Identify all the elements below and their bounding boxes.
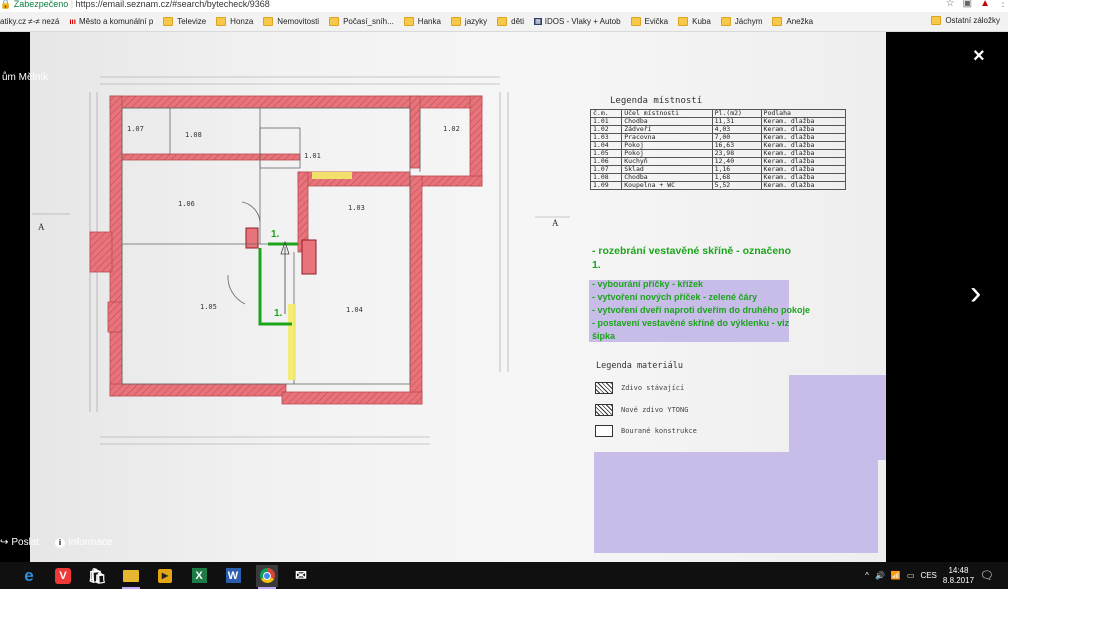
start-icon[interactable]: [0, 565, 6, 587]
folder-icon: [497, 17, 508, 26]
room-legend-title: Legenda místností: [610, 96, 703, 106]
hatch-swatch: [595, 404, 613, 416]
folder-icon: [931, 16, 942, 25]
room-label: 1.08: [185, 131, 202, 139]
speaker-icon[interactable]: 🔊: [875, 571, 885, 580]
bookmark-folder[interactable]: děti: [497, 17, 524, 26]
empty-swatch: [595, 425, 613, 437]
room-label: 1.03: [348, 204, 365, 212]
section-mark: A: [38, 222, 45, 232]
materials-legend-item: Bourané konstrukce: [595, 425, 697, 437]
table-row: 1.09 Koupelna + WC 5,52 Keram. dlažba: [589, 181, 847, 190]
language-indicator[interactable]: CES: [920, 571, 936, 580]
change-marker: 1.: [271, 229, 280, 240]
existing-walls: [89, 95, 483, 405]
room-label: 1.02: [443, 125, 460, 133]
folder-icon: [450, 17, 461, 26]
notifications-icon[interactable]: 🗨: [980, 569, 994, 582]
edge-icon[interactable]: e: [18, 565, 40, 587]
section-mark: A: [552, 218, 559, 228]
note-item: - vybourání příčky - křížek: [592, 279, 704, 289]
bookmark-folder[interactable]: Nemovitosti: [263, 17, 319, 26]
other-bookmarks[interactable]: Ostatní záložky: [931, 16, 1000, 25]
extension-icon[interactable]: ▣: [963, 0, 972, 9]
room-label: 1.01: [304, 152, 321, 160]
folder-icon: [329, 17, 340, 26]
materials-legend-item: Zdivo stávající: [595, 382, 684, 394]
folder-icon: [403, 17, 414, 26]
system-tray: ^ 🔊 📶 ▭ CES 14:48 8.8.2017 🗨: [865, 562, 994, 589]
word-icon[interactable]: W: [222, 565, 244, 587]
room-label: 1.04: [346, 306, 363, 314]
url-field[interactable]: https://email.seznam.cz/#search/bytechec…: [76, 0, 270, 9]
folder-icon: [163, 17, 174, 26]
share-arrow-icon: ↪: [0, 537, 9, 548]
annotation-notes: - vybourání příčky - křížek - vytvoření …: [592, 278, 814, 343]
send-button[interactable]: ↪ Poslat: [0, 537, 39, 548]
bookmark-folder[interactable]: Honza: [216, 17, 253, 26]
change-marker: 1.: [274, 308, 283, 319]
close-icon[interactable]: ×: [973, 45, 985, 68]
next-arrow-icon[interactable]: ›: [970, 274, 981, 313]
folder-icon: [720, 17, 731, 26]
bookmarks-bar: atiky.cz ≠-≠ nezá ııı Město a komunální p…: [0, 12, 1008, 32]
redaction-block: [789, 375, 886, 460]
bookmark-folder[interactable]: Hanka: [403, 17, 441, 26]
info-button[interactable]: i Informace: [55, 537, 112, 548]
folder-icon: [630, 17, 641, 26]
file-explorer-icon[interactable]: [120, 565, 142, 589]
annotation-heading: - rozebrání vestavěné skříně - označeno …: [592, 245, 791, 271]
chrome-icon[interactable]: [256, 564, 278, 589]
media-player-icon[interactable]: ▶: [154, 565, 176, 587]
battery-icon[interactable]: ▭: [907, 571, 915, 580]
security-label: Zabezpečeno: [13, 0, 69, 9]
bookmark-folder[interactable]: Kuba: [678, 17, 711, 26]
bookmark-item[interactable]: ııı Město a komunální p: [69, 17, 153, 26]
viewer-title: ům Mělník: [2, 72, 49, 83]
room-label: 1.06: [178, 200, 195, 208]
info-icon: i: [55, 537, 65, 548]
taskbar: e V 🛍 ▶ X W ✉ ^ 🔊 📶 ▭ CES 14:48 8.8.2017…: [0, 562, 1008, 589]
pdf-extension-icon[interactable]: ▲: [980, 0, 990, 9]
bookmark-site-icon: ııı: [69, 17, 76, 26]
lock-icon: 🔒: [0, 0, 12, 9]
store-icon[interactable]: 🛍: [86, 565, 108, 587]
bookmark-folder[interactable]: jazyky: [450, 17, 487, 26]
idos-icon: ▦: [534, 18, 542, 25]
clock[interactable]: 14:48 8.8.2017: [943, 566, 974, 586]
folder-icon: [216, 17, 227, 26]
bookmark-item[interactable]: ▦ IDOS - Vlaky + Autob: [534, 17, 621, 26]
folder-icon: [263, 17, 274, 26]
floor-plan-photo: 1.07 1.08 1.02 1.01 1.06 1.03 1.05 1.04 …: [30, 32, 886, 562]
star-icon[interactable]: ☆: [946, 0, 955, 9]
materials-legend-item: Nové zdivo YTONG: [595, 404, 688, 416]
mail-icon[interactable]: ✉: [290, 565, 312, 587]
materials-legend-title: Legenda materiálu: [596, 361, 683, 371]
note-item: - vytvoření dveří naproti dveřím do druh…: [592, 305, 811, 315]
bookmark-folder[interactable]: Evička: [630, 17, 668, 26]
address-bar: 🔒 Zabezpečeno | https://email.seznam.cz/…: [0, 0, 1008, 11]
bookmark-folder[interactable]: Jáchym: [720, 17, 762, 26]
menu-icon[interactable]: ⋮: [998, 0, 1008, 9]
bookmark-folder[interactable]: Anežka: [772, 17, 813, 26]
image-viewer: 1.07 1.08 1.02 1.01 1.06 1.03 1.05 1.04 …: [0, 32, 1008, 562]
bookmark-folder[interactable]: Televize: [163, 17, 206, 26]
bookmark-folder[interactable]: Počasí_sníh...: [329, 17, 394, 26]
folder-icon: [678, 17, 689, 26]
note-item: - postavení vestavěné skříně do výklenku…: [592, 318, 790, 341]
room-legend-table: č.m. Účel místnosti Pl.(m2) Podlaha 1.01…: [589, 109, 847, 190]
redaction-block: [594, 452, 878, 553]
interior-lines: [121, 107, 421, 385]
room-label: 1.05: [200, 303, 217, 311]
vivaldi-icon[interactable]: V: [52, 565, 74, 587]
bookmark-item[interactable]: atiky.cz ≠-≠ nezá: [0, 17, 59, 26]
hatch-swatch: [595, 382, 613, 394]
note-item: - vytvoření nových příček - zelené čáry: [592, 292, 758, 302]
folder-icon: [772, 17, 783, 26]
network-icon[interactable]: 📶: [891, 571, 901, 580]
excel-icon[interactable]: X: [188, 565, 210, 587]
tray-expand-icon[interactable]: ^: [865, 571, 869, 580]
room-label: 1.07: [127, 125, 144, 133]
